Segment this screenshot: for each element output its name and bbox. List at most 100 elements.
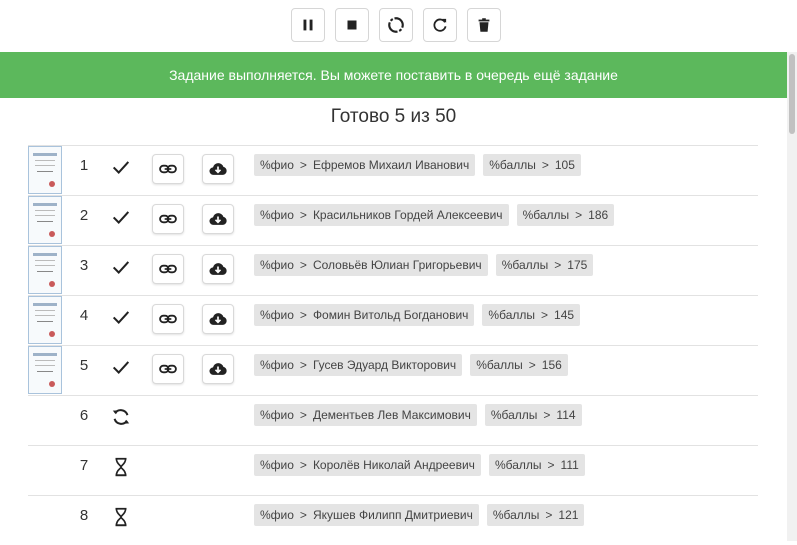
name-separator: > — [299, 158, 307, 172]
score-value: 105 — [554, 158, 575, 172]
task-row: 3 %фио > Соловьёв Юлиан Григорьевич %баллы… — [28, 245, 758, 295]
score-chip: %баллы >114 — [484, 404, 582, 426]
certificate-thumbnail[interactable] — [28, 296, 62, 344]
link-icon — [159, 314, 177, 324]
download-button[interactable] — [202, 254, 234, 284]
score-chip: %баллы >105 — [483, 154, 581, 176]
pause-icon — [303, 19, 313, 31]
status-banner-text: Задание выполняется. Вы можете поставить… — [169, 67, 618, 83]
score-chip: %баллы >186 — [516, 204, 615, 226]
check-icon — [108, 156, 134, 178]
scrollbar-thumb[interactable] — [789, 54, 795, 134]
link-icon — [159, 214, 177, 224]
name-value: Гусев Эдуард Викторович — [312, 358, 457, 372]
name-separator: > — [299, 508, 307, 522]
name-separator: > — [299, 308, 307, 322]
download-button[interactable] — [202, 354, 234, 384]
certificate-thumbnail[interactable] — [28, 346, 62, 394]
copy-link-button[interactable] — [152, 304, 184, 334]
score-value: 156 — [541, 358, 562, 372]
name-separator: > — [299, 208, 307, 222]
score-key: %баллы — [489, 158, 536, 172]
task-row: 4 %фио > Фомин Витольд Богданович %баллы >1… — [28, 295, 758, 345]
name-value: Фомин Витольд Богданович — [312, 308, 469, 322]
pause-button[interactable] — [291, 8, 325, 42]
score-separator: > — [547, 458, 555, 472]
score-value: 186 — [588, 208, 609, 222]
name-key: %фио — [260, 458, 294, 472]
name-chip: %фио > Королёв Николай Андреевич — [254, 454, 481, 476]
stop-button[interactable] — [335, 8, 369, 42]
row-variables: %фио > Королёв Николай Андреевич %баллы >11… — [254, 454, 585, 478]
cloud-download-icon — [209, 213, 227, 225]
score-key: %баллы — [492, 508, 540, 522]
progress-title: Готово 5 из 50 — [330, 106, 457, 127]
task-row: 5 %фио > Гусев Эдуард Викторович %баллы >15… — [28, 345, 758, 395]
link-icon — [159, 164, 177, 174]
refresh-icon — [433, 18, 447, 32]
cloud-download-icon — [209, 263, 227, 275]
score-chip: %баллы >111 — [488, 454, 585, 476]
name-chip: %фио > Гусев Эдуард Викторович — [254, 354, 463, 376]
name-separator: > — [299, 408, 307, 422]
row-number: 6 — [79, 407, 89, 424]
hourglass-icon — [108, 506, 134, 528]
task-row: 8 %фио > Якушев Филипп Дмитриевич %баллы >1… — [28, 495, 758, 545]
score-key: %баллы — [490, 408, 538, 422]
name-separator: > — [299, 258, 307, 272]
download-button[interactable] — [202, 204, 234, 234]
score-value: 121 — [558, 508, 579, 522]
score-chip: %баллы >156 — [470, 354, 568, 376]
cloud-download-icon — [209, 313, 227, 325]
certificate-thumbnail[interactable] — [28, 246, 62, 294]
row-number: 1 — [79, 157, 89, 174]
name-key: %фио — [260, 258, 294, 272]
score-chip: %баллы >145 — [482, 304, 581, 326]
copy-link-button[interactable] — [152, 254, 184, 284]
name-key: %фио — [260, 358, 294, 372]
scrollbar[interactable] — [787, 52, 797, 541]
copy-link-button[interactable] — [152, 204, 184, 234]
download-button[interactable] — [202, 154, 234, 184]
score-separator: > — [543, 408, 551, 422]
name-chip: %фио > Дементьев Лев Максимович — [254, 404, 477, 426]
score-chip: %баллы >175 — [495, 254, 594, 276]
task-row: 1 %фио > Ефремов Михаил Иванович %баллы >10… — [28, 145, 758, 195]
download-button[interactable] — [202, 304, 234, 334]
score-key: %баллы — [488, 308, 535, 322]
score-separator: > — [554, 258, 562, 272]
score-value: 114 — [556, 408, 576, 422]
link-icon — [159, 364, 177, 374]
name-chip: %фио > Соловьёв Юлиан Григорьевич — [254, 254, 488, 276]
row-number: 4 — [79, 307, 89, 324]
check-icon — [108, 256, 134, 278]
trash-icon — [478, 18, 490, 32]
cloud-download-icon — [209, 163, 227, 175]
spinner-icon — [388, 17, 404, 33]
name-chip: %фио > Красильников Гордей Алексеевич — [254, 204, 509, 226]
name-key: %фио — [260, 408, 294, 422]
copy-link-button[interactable] — [152, 154, 184, 184]
name-key: %фио — [260, 158, 294, 172]
name-value: Красильников Гордей Алексеевич — [312, 208, 503, 222]
name-value: Королёв Николай Андреевич — [312, 458, 475, 472]
task-row: 2 %фио > Красильников Гордей Алексеевич %б… — [28, 195, 758, 245]
score-value: 145 — [554, 308, 575, 322]
score-separator: > — [575, 208, 583, 222]
score-separator: > — [528, 358, 536, 372]
task-list: 1 %фио > Ефремов Михаил Иванович %баллы >10… — [28, 145, 758, 545]
score-separator: > — [541, 308, 549, 322]
certificate-thumbnail[interactable] — [28, 146, 62, 194]
refresh-button[interactable] — [423, 8, 457, 42]
link-icon — [159, 264, 177, 274]
copy-link-button[interactable] — [152, 354, 184, 384]
name-value: Якушев Филипп Дмитриевич — [312, 508, 473, 522]
delete-button[interactable] — [467, 8, 501, 42]
row-variables: %фио > Ефремов Михаил Иванович %баллы >105 — [254, 154, 581, 178]
score-key: %баллы — [494, 458, 542, 472]
name-value: Дементьев Лев Максимович — [312, 408, 471, 422]
toolbar — [0, 8, 797, 44]
certificate-thumbnail[interactable] — [28, 196, 62, 244]
spinner-button[interactable] — [379, 8, 413, 42]
check-icon — [108, 356, 134, 378]
